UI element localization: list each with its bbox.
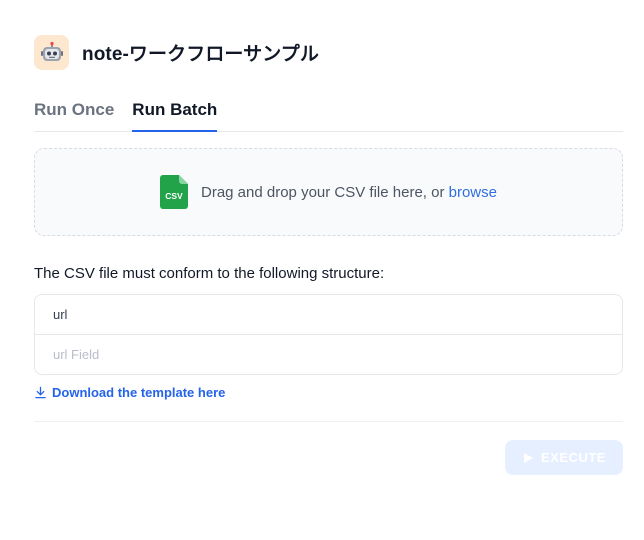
app-title: note-ワークフローサンプル — [82, 44, 319, 65]
dropzone-text: Drag and drop your CSV file here, or bro… — [201, 184, 497, 201]
csv-icon-label: CSV — [165, 191, 183, 201]
csv-file-icon: CSV — [160, 175, 188, 209]
csv-column-placeholder: url Field — [35, 334, 622, 374]
robot-icon — [34, 35, 69, 70]
app-header: note-ワークフローサンプル — [34, 35, 319, 70]
execute-button[interactable]: EXECUTE — [505, 440, 623, 475]
download-icon — [35, 386, 46, 399]
csv-column-header: url — [53, 307, 68, 322]
download-template-label: Download the template here — [52, 385, 226, 400]
download-template-link[interactable]: Download the template here — [34, 385, 225, 400]
csv-dropzone[interactable]: CSV Drag and drop your CSV file here, or… — [34, 148, 623, 236]
tab-bar: Run Once Run Batch — [34, 98, 623, 132]
dropzone-instruction: Drag and drop your CSV file here, or — [201, 183, 449, 201]
divider — [34, 421, 623, 422]
execute-label: EXECUTE — [541, 450, 606, 465]
browse-link[interactable]: browse — [449, 184, 497, 201]
tab-run-batch[interactable]: Run Batch — [132, 98, 218, 132]
tab-run-once[interactable]: Run Once — [34, 98, 114, 130]
csv-structure-table: url url Field — [34, 294, 623, 375]
play-icon — [524, 452, 534, 463]
csv-structure-label: The CSV file must conform to the followi… — [34, 265, 385, 282]
